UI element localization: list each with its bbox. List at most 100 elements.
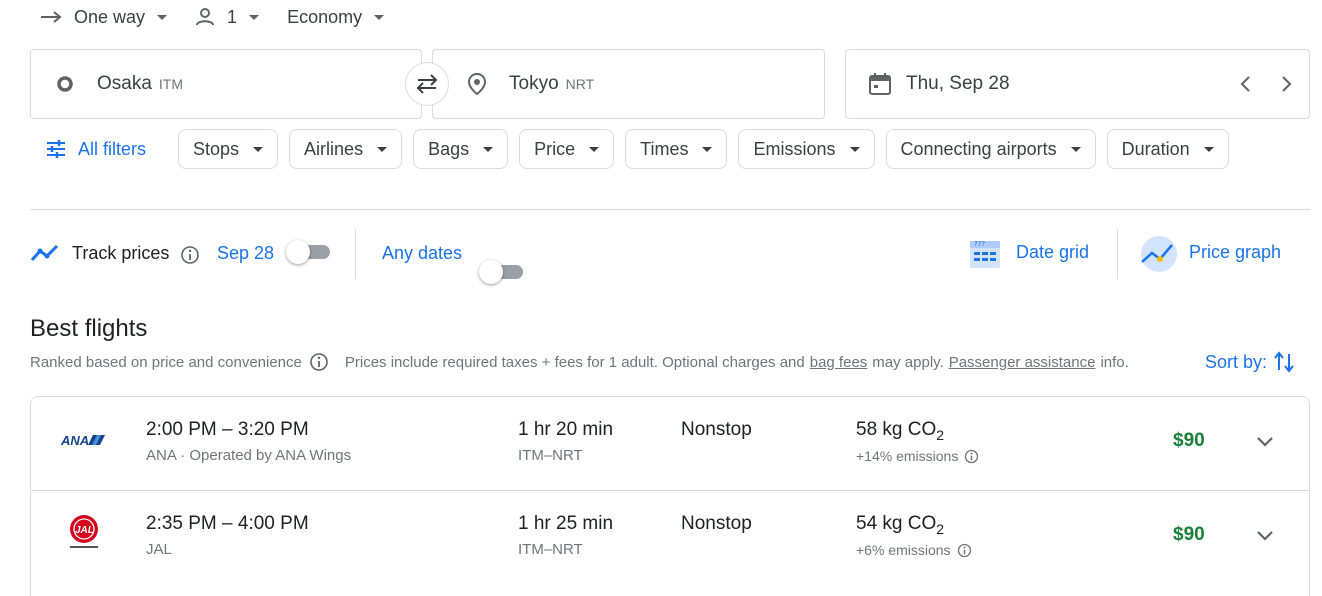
- arrow-right-icon: [41, 11, 62, 23]
- chip-label: Connecting airports: [900, 138, 1057, 159]
- flight-airline: ANA · Operated by ANA Wings: [146, 447, 352, 464]
- calendar-icon: [869, 73, 891, 95]
- flight-stops: Nonstop: [681, 419, 752, 440]
- passengers-count: 1: [227, 6, 238, 27]
- expand-flight-button[interactable]: [1255, 432, 1275, 452]
- caret-down-icon: [253, 146, 264, 152]
- filter-chip-price[interactable]: Price: [519, 129, 615, 169]
- toggle-knob: [479, 260, 503, 284]
- swap-arrows-icon: [416, 74, 438, 94]
- emissions-text: +6% emissions: [856, 542, 951, 558]
- best-flights-title: Best flights: [30, 315, 148, 342]
- caret-down-icon: [702, 146, 713, 152]
- chevron-down-icon: [1257, 531, 1273, 541]
- previous-date-button[interactable]: [1236, 74, 1256, 94]
- co2-subscript: 2: [936, 520, 945, 537]
- filter-chip-times[interactable]: Times: [625, 129, 728, 169]
- flight-co2: 54 kg CO2: [856, 513, 944, 537]
- sort-by-label: Sort by:: [1205, 351, 1268, 372]
- swap-button[interactable]: [405, 62, 449, 106]
- flight-row[interactable]: ANA 2:00 PM – 3:20 PM ANA · Operated by …: [31, 397, 1309, 490]
- date-grid-label[interactable]: Date grid: [1016, 242, 1089, 263]
- origin-circle-icon: [57, 76, 73, 92]
- flight-duration: 1 hr 20 min: [518, 419, 614, 440]
- all-filters-button[interactable]: All filters: [30, 139, 146, 160]
- filter-chip-airlines[interactable]: Airlines: [289, 129, 403, 169]
- flight-route: ITM–NRT: [518, 541, 583, 558]
- caret-down-icon: [483, 146, 494, 152]
- trip-options-bar: One way 1 Economy: [40, 0, 412, 34]
- info-icon[interactable]: [309, 352, 329, 372]
- person-icon: [196, 8, 215, 26]
- flight-price: $90: [1173, 524, 1205, 545]
- emissions-text: +14% emissions: [856, 448, 959, 464]
- flight-times: 2:00 PM – 3:20 PM: [146, 419, 309, 440]
- chevron-down-icon: [1257, 437, 1273, 447]
- next-date-button[interactable]: [1276, 74, 1296, 94]
- may-apply-text: may apply.: [872, 353, 944, 371]
- flight-duration: 1 hr 25 min: [518, 513, 614, 534]
- jal-logo: JAL: [64, 513, 104, 551]
- filter-chip-connecting-airports[interactable]: Connecting airports: [885, 129, 1096, 169]
- origin-city: Osaka: [97, 73, 152, 94]
- origin-code: ITM: [158, 76, 184, 92]
- date-grid-icon: ???: [970, 240, 1000, 268]
- chip-label: Price: [534, 138, 576, 159]
- caret-down-icon: [849, 146, 860, 152]
- price-disclaimer: Prices include required taxes + fees for…: [344, 353, 805, 371]
- all-filters-label: All filters: [78, 138, 147, 159]
- price-graph-button[interactable]: [1139, 234, 1179, 274]
- passengers-select[interactable]: 1: [195, 6, 260, 28]
- chevron-left-icon: [1240, 76, 1250, 92]
- origin-field[interactable]: Osaka ITM: [30, 49, 422, 119]
- track-date-toggle[interactable]: [286, 240, 330, 264]
- destination-field[interactable]: Tokyo NRT: [432, 49, 825, 119]
- info-text: info.: [1100, 353, 1129, 371]
- track-prices-label: Track prices: [72, 243, 170, 263]
- bag-fees-link[interactable]: bag fees: [810, 354, 868, 371]
- filter-chip-emissions[interactable]: Emissions: [738, 129, 875, 169]
- flight-results-list: ANA 2:00 PM – 3:20 PM ANA · Operated by …: [30, 396, 1310, 596]
- date-grid-button[interactable]: ???: [968, 236, 1002, 270]
- ranking-note: Ranked based on price and convenience: [30, 353, 302, 371]
- cabin-select[interactable]: Economy: [287, 6, 385, 28]
- flight-route: ITM–NRT: [518, 447, 583, 464]
- track-date-label: Sep 28: [217, 243, 275, 263]
- trip-type-select[interactable]: One way: [40, 7, 168, 28]
- info-icon[interactable]: [180, 245, 200, 265]
- tune-sliders-icon: [47, 140, 65, 158]
- expand-flight-button[interactable]: [1255, 526, 1275, 546]
- price-graph-label[interactable]: Price graph: [1189, 242, 1281, 263]
- filter-chip-duration[interactable]: Duration: [1106, 129, 1229, 169]
- departure-date: Thu, Sep 28: [906, 73, 1010, 94]
- caret-down-icon: [1203, 146, 1214, 152]
- chip-label: Stops: [193, 138, 240, 159]
- caret-down-icon: [249, 14, 260, 20]
- passenger-assistance-link[interactable]: Passenger assistance: [949, 354, 1096, 371]
- caret-down-icon: [374, 14, 385, 20]
- cabin-label: Economy: [287, 6, 363, 27]
- co2-subscript: 2: [936, 426, 945, 443]
- filter-bar: All filters Stops Airlines Bags Price Ti…: [30, 129, 1240, 169]
- toggle-knob: [286, 240, 310, 264]
- chip-label: Bags: [428, 138, 470, 159]
- caret-down-icon: [157, 14, 168, 20]
- caret-down-icon: [1070, 146, 1081, 152]
- ana-logo-text: ANA: [60, 433, 89, 448]
- section-divider: [30, 209, 1310, 210]
- flight-row[interactable]: JAL 2:35 PM – 4:00 PM JAL 1 hr 25 min IT…: [31, 490, 1309, 583]
- destination-code: NRT: [565, 76, 595, 92]
- location-pin-icon: [467, 72, 487, 96]
- ana-logo: ANA: [59, 429, 107, 451]
- any-dates-toggle[interactable]: [479, 260, 523, 284]
- caret-down-icon: [377, 146, 388, 152]
- filter-chip-stops[interactable]: Stops: [178, 129, 279, 169]
- jal-logo-text: JAL: [75, 525, 94, 536]
- info-icon[interactable]: [957, 543, 972, 558]
- filter-chip-bags[interactable]: Bags: [413, 129, 509, 169]
- sort-by-button[interactable]: Sort by:: [1205, 350, 1295, 374]
- chevron-right-icon: [1282, 76, 1292, 92]
- info-icon[interactable]: [964, 449, 979, 464]
- destination-city: Tokyo: [509, 73, 559, 94]
- chip-label: Airlines: [304, 138, 364, 159]
